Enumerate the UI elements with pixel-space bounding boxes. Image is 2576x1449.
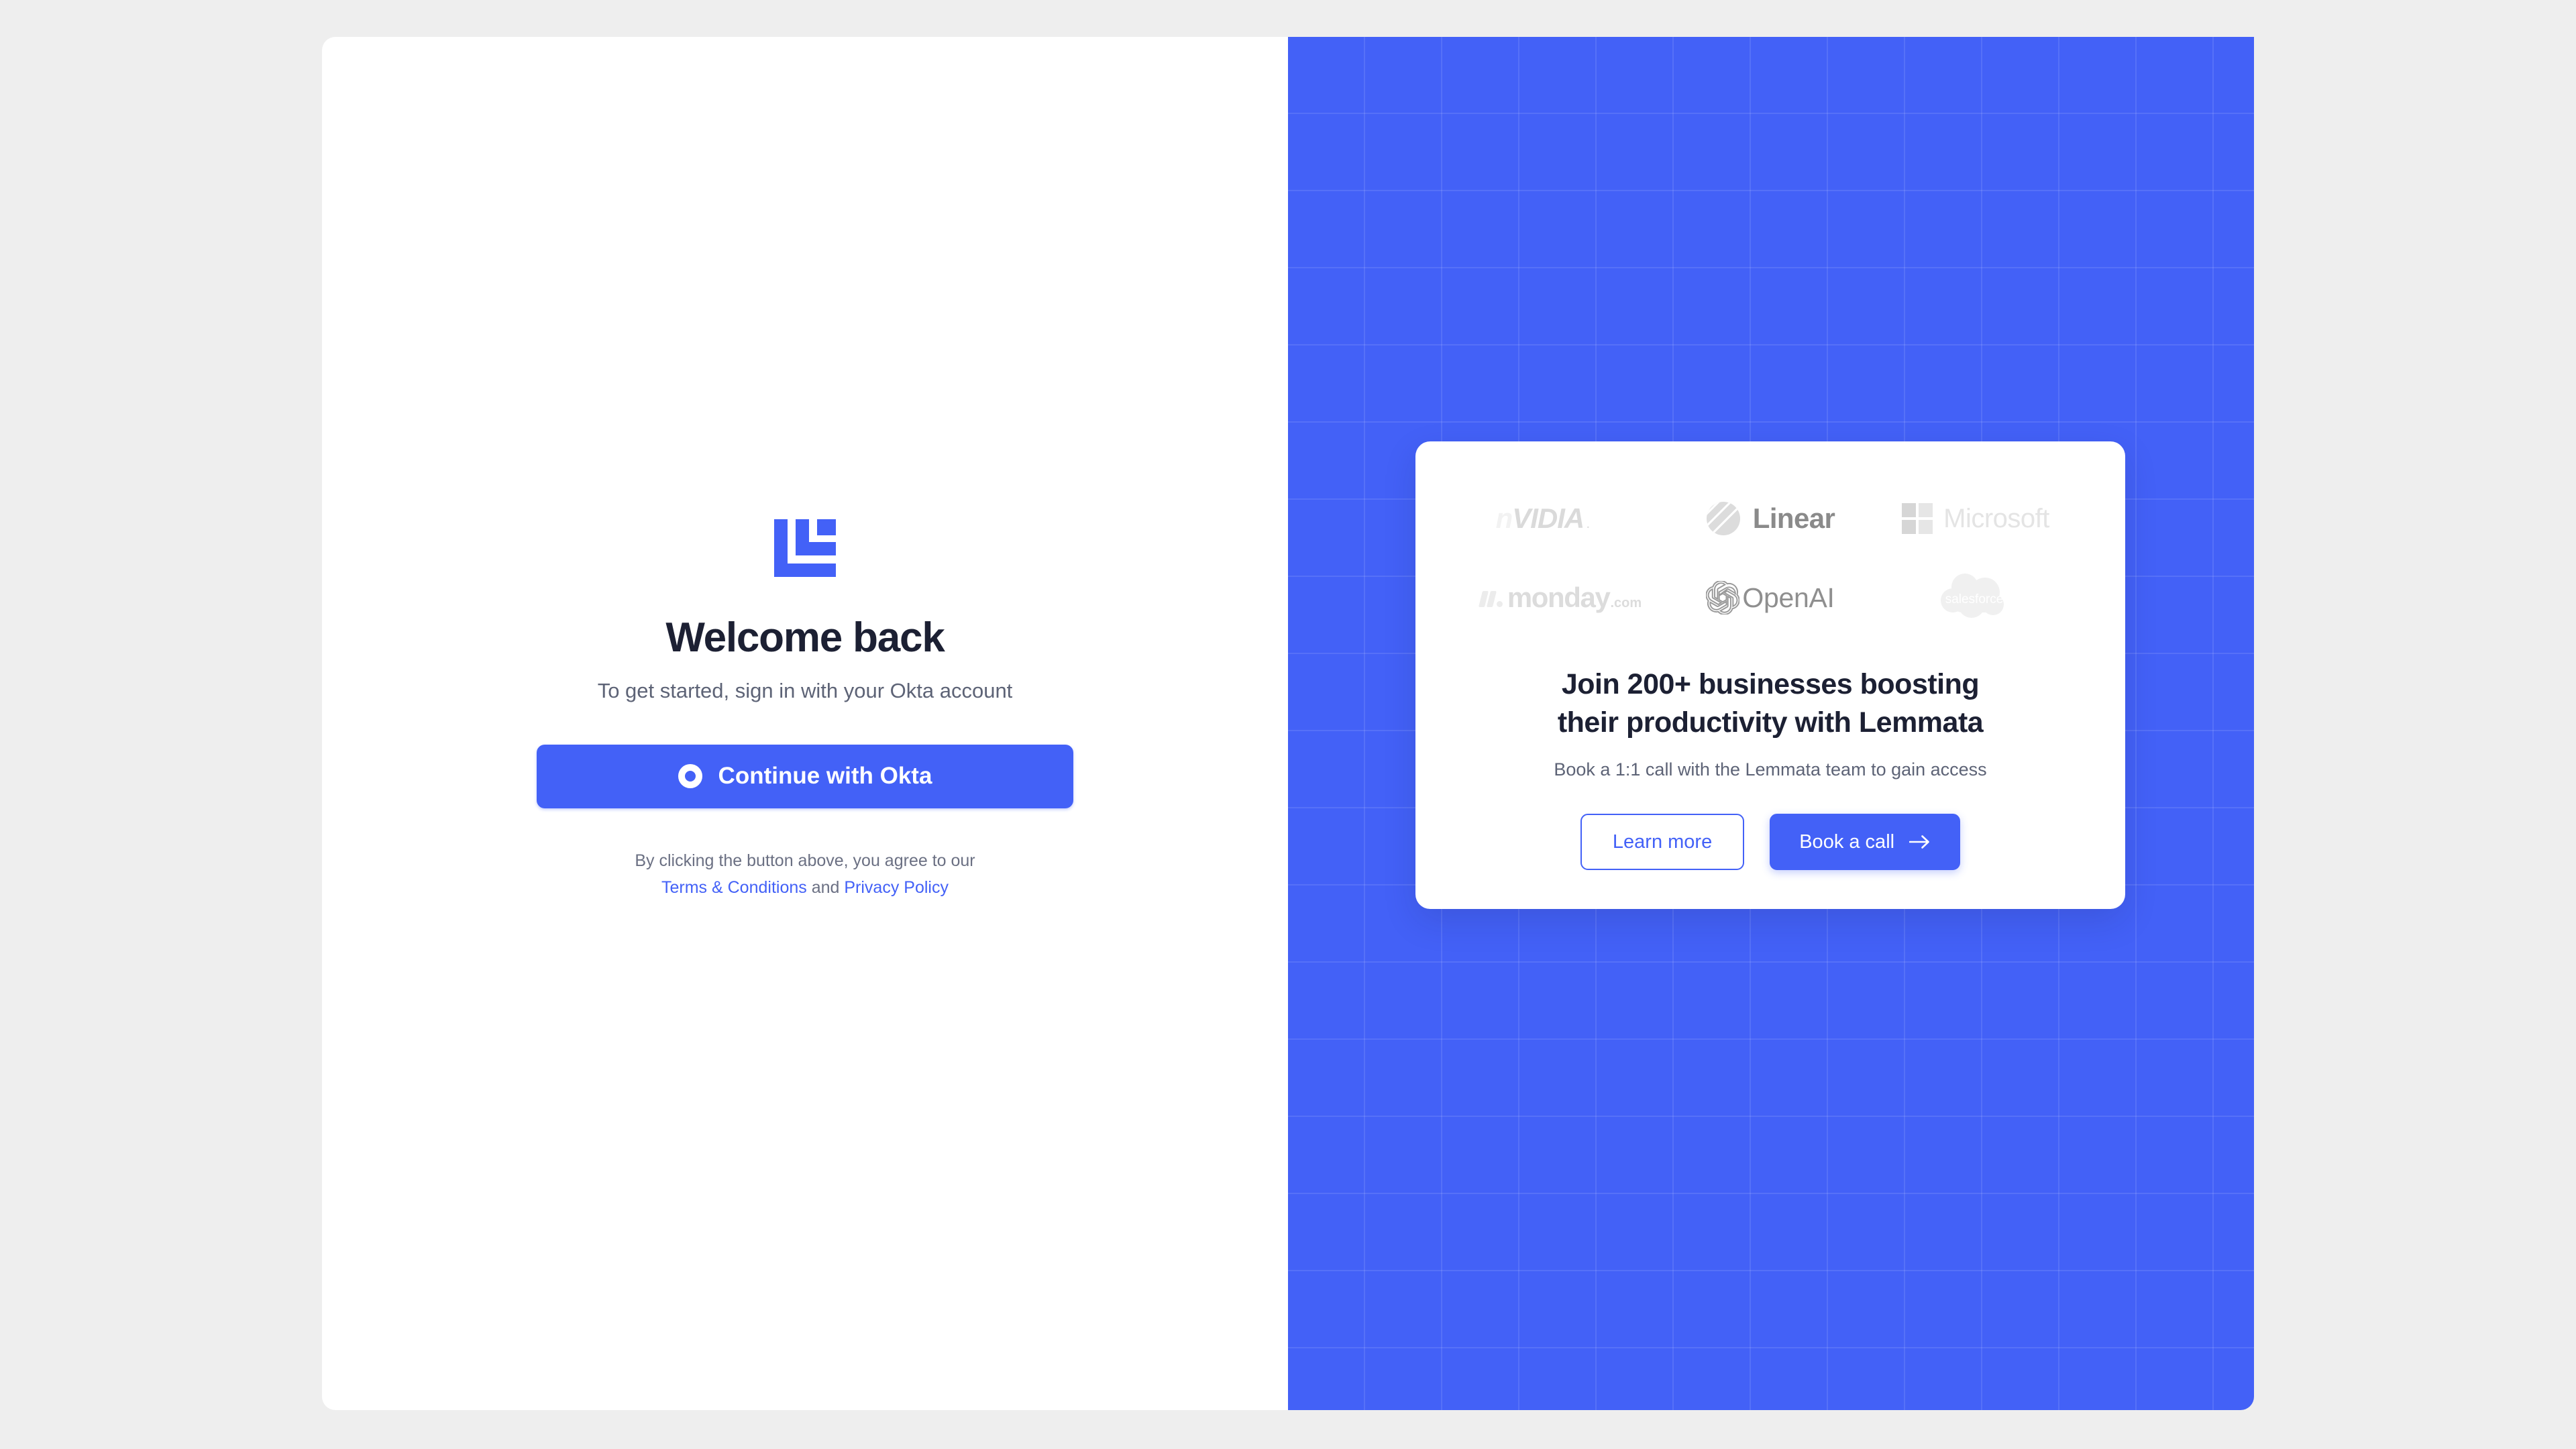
- linear-mark-icon: [1706, 502, 1740, 535]
- promo-panel: n VIDIA. Linear Microsoft monday .com Op…: [1288, 37, 2254, 1410]
- legal-conjunction: and: [811, 877, 840, 897]
- lemmata-logo-icon: [774, 519, 836, 578]
- monday-mark-icon: [1478, 591, 1503, 607]
- promo-actions: Learn more Book a call: [1580, 814, 1961, 871]
- monday-logo-icon: monday .com: [1478, 582, 1642, 614]
- nvidia-logo-text: VIDIA: [1512, 502, 1585, 534]
- book-a-call-label: Book a call: [1799, 830, 1895, 853]
- logo-cell-salesforce: salesforce: [1873, 558, 2078, 637]
- promo-card: n VIDIA. Linear Microsoft monday .com Op…: [1415, 441, 2125, 910]
- logo-cell-linear: Linear: [1668, 479, 1873, 558]
- book-a-call-button[interactable]: Book a call: [1770, 814, 1961, 871]
- microsoft-logo-text: Microsoft: [1943, 503, 2049, 533]
- monday-logo-suffix: .com: [1610, 596, 1642, 610]
- legal-disclaimer: By clicking the button above, you agree …: [635, 847, 975, 901]
- legal-prefix: By clicking the button above, you agree …: [635, 851, 975, 870]
- continue-with-okta-label: Continue with Okta: [718, 763, 932, 790]
- monday-logo-text: monday: [1507, 582, 1611, 613]
- terms-and-conditions-link[interactable]: Terms & Conditions: [661, 878, 807, 897]
- nvidia-logo-icon: n VIDIA.: [1495, 502, 1590, 535]
- promo-subtitle: Book a 1:1 call with the Lemmata team to…: [1554, 759, 1987, 780]
- learn-more-label: Learn more: [1612, 830, 1713, 853]
- logo-cell-openai: OpenAI: [1668, 558, 1873, 637]
- page-title: Welcome back: [665, 614, 945, 661]
- logo-row: n VIDIA. Linear Microsoft: [1462, 479, 2078, 558]
- auth-panel: Welcome back To get started, sign in wit…: [322, 37, 1288, 1410]
- app-shell: Welcome back To get started, sign in wit…: [0, 0, 2576, 1449]
- logo-cell-microsoft: Microsoft: [1873, 479, 2078, 558]
- openai-logo-icon: OpenAI: [1706, 581, 1835, 614]
- salesforce-logo-text: salesforce: [1945, 592, 2004, 606]
- nvidia-logo-mark: .: [1587, 519, 1589, 531]
- arrow-right-icon: [1909, 835, 1929, 849]
- learn-more-button[interactable]: Learn more: [1580, 814, 1745, 871]
- openai-logo-text: OpenAI: [1742, 582, 1835, 613]
- auth-content: Welcome back To get started, sign in wit…: [537, 519, 1073, 900]
- privacy-policy-link[interactable]: Privacy Policy: [844, 878, 949, 897]
- auth-subtitle: To get started, sign in with your Okta a…: [597, 678, 1013, 702]
- logo-cell-nvidia: n VIDIA.: [1462, 479, 1668, 558]
- promo-heading-line-1: Join 200+ businesses boosting: [1561, 668, 1980, 700]
- logo-row: monday .com OpenAI salesforce: [1462, 558, 2078, 637]
- microsoft-mark-icon: [1902, 503, 1933, 534]
- linear-logo-icon: Linear: [1706, 501, 1835, 536]
- salesforce-cloud-icon: salesforce: [1941, 574, 2004, 618]
- linear-logo-text: Linear: [1752, 502, 1835, 534]
- promo-heading: Join 200+ businesses boosting their prod…: [1557, 665, 1984, 742]
- continue-with-okta-button[interactable]: Continue with Okta: [537, 744, 1073, 808]
- nvidia-logo-lead: n: [1495, 502, 1513, 534]
- customer-logo-wall: n VIDIA. Linear Microsoft monday .com Op…: [1462, 479, 2078, 637]
- promo-heading-line-2: their productivity with Lemmata: [1557, 706, 1984, 739]
- logo-cell-monday: monday .com: [1462, 558, 1668, 637]
- okta-ring-icon: [678, 764, 702, 789]
- microsoft-logo-icon: Microsoft: [1902, 503, 2049, 534]
- openai-mark-icon: [1706, 581, 1740, 614]
- salesforce-logo-icon: salesforce: [1935, 570, 2016, 626]
